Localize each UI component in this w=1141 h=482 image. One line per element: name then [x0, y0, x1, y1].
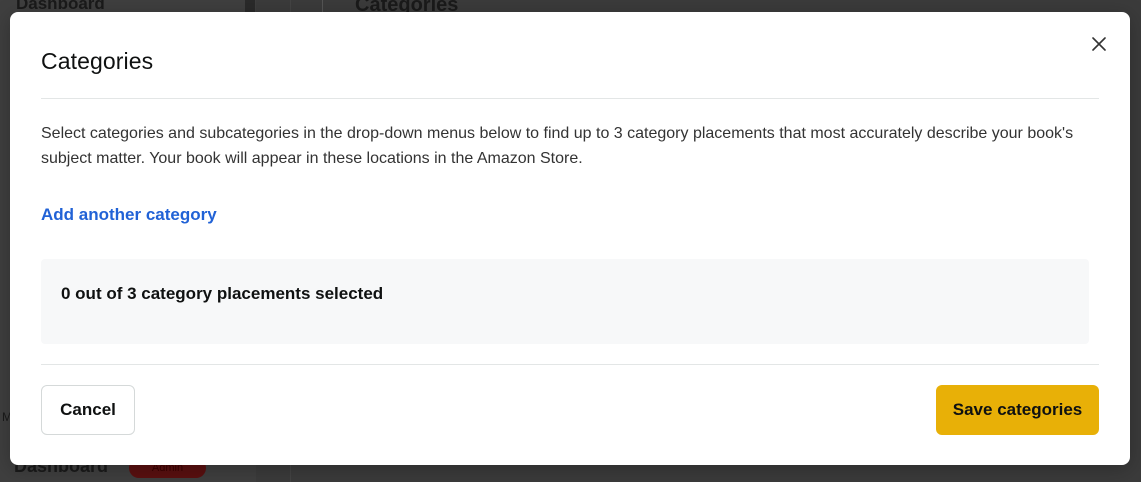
modal-title: Categories: [41, 48, 154, 74]
add-another-category-link[interactable]: Add another category: [41, 205, 217, 225]
background-divider-secondary: [322, 0, 323, 12]
close-icon: [1092, 37, 1106, 51]
categories-modal: Categories Select categories and subcate…: [10, 12, 1130, 465]
cancel-button[interactable]: Cancel: [41, 385, 135, 435]
header-divider: [41, 98, 1099, 99]
placement-count-text: 0 out of 3 category placements selected: [61, 284, 384, 303]
footer-divider: [41, 364, 1099, 365]
modal-description: Select categories and subcategories in t…: [41, 125, 1074, 167]
placement-summary-box: 0 out of 3 category placements selected: [41, 259, 1089, 344]
save-categories-button[interactable]: Save categories: [936, 385, 1099, 435]
close-button[interactable]: [1087, 32, 1111, 56]
